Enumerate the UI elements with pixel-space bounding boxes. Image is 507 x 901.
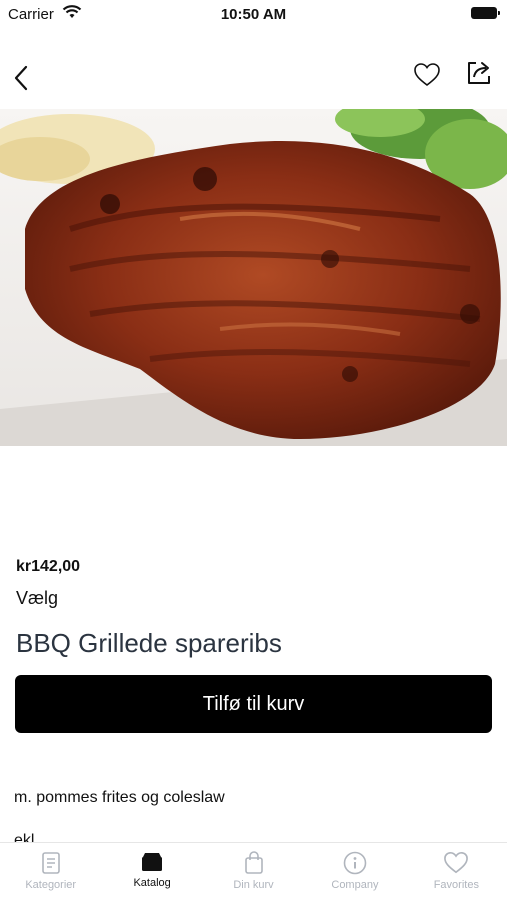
- tab-label: Kategorier: [25, 879, 77, 891]
- clock: 10:50 AM: [220, 6, 287, 23]
- tab-katalog[interactable]: Katalog: [101, 843, 202, 901]
- tab-company[interactable]: Company: [304, 843, 405, 901]
- product-price: kr142,00: [16, 558, 81, 575]
- share-button[interactable]: [462, 56, 496, 90]
- heart-icon: [444, 852, 469, 874]
- product-description: m. pommes frites og coleslaw: [14, 789, 225, 806]
- tab-label: Katalog: [133, 877, 171, 889]
- catalog-icon: [142, 853, 163, 871]
- add-to-cart-button[interactable]: Tilfø til kurv: [15, 675, 492, 733]
- tab-label: Company: [331, 879, 379, 891]
- tab-label: Din kurv: [233, 879, 274, 891]
- product-title: BBQ Grillede spareribs: [16, 628, 282, 658]
- book-icon: [41, 852, 60, 874]
- heart-outline-icon: [414, 63, 440, 87]
- back-button[interactable]: [6, 60, 36, 96]
- tab-label: Favorites: [433, 879, 479, 891]
- status-bar: Carrier 10:50 AM: [0, 0, 507, 30]
- battery-icon: [471, 7, 500, 19]
- variant-select[interactable]: Vælg: [16, 588, 58, 609]
- nav-bar: [0, 50, 507, 106]
- share-icon: [468, 62, 490, 84]
- product-image: [0, 109, 507, 446]
- favorite-button[interactable]: [410, 58, 444, 92]
- chevron-left-icon: [14, 65, 28, 91]
- tab-bar: Kategorier Katalog Din kurv Company Favo…: [0, 842, 507, 901]
- shopping-bag-icon: [244, 851, 263, 874]
- info-circle-icon: [343, 851, 367, 875]
- tab-din-kurv[interactable]: Din kurv: [203, 843, 304, 901]
- tab-favorites[interactable]: Favorites: [406, 843, 507, 901]
- tab-kategorier[interactable]: Kategorier: [0, 843, 101, 901]
